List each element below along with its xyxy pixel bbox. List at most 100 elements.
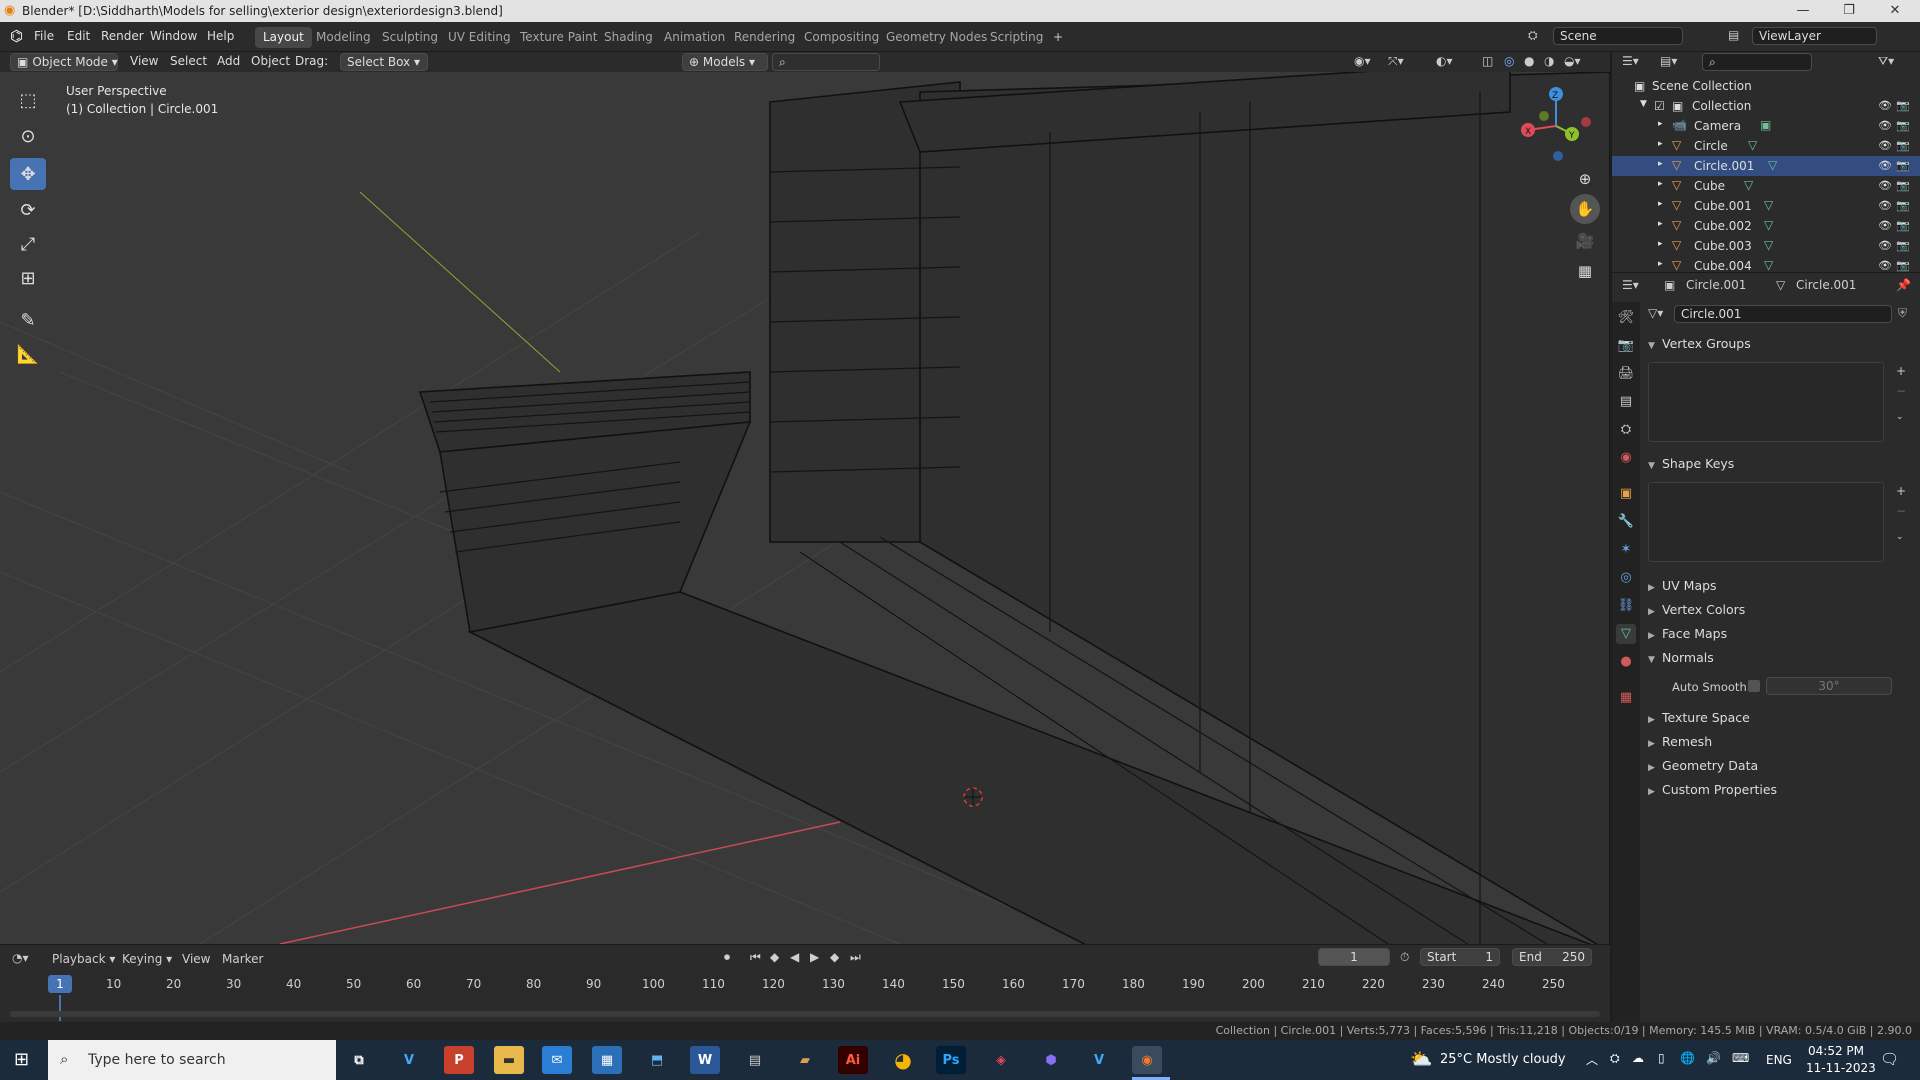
eye-icon[interactable]: 👁 — [1878, 159, 1892, 172]
constraints-tab-icon[interactable]: ⛓ — [1616, 596, 1636, 616]
app-icon[interactable]: ⬒ — [642, 1046, 672, 1074]
menu-edit[interactable]: Edit — [67, 29, 90, 43]
notepad-icon[interactable]: ▤ — [740, 1046, 770, 1074]
chevron-right-icon[interactable]: ▸ — [1658, 199, 1663, 209]
clock-icon[interactable]: ⏱ — [1400, 950, 1409, 965]
shape-keys-list[interactable] — [1648, 482, 1884, 562]
current-frame-field[interactable]: 1 — [1318, 948, 1390, 966]
view-layer-tab-icon[interactable]: ▤ — [1616, 392, 1636, 412]
prev-keyframe-icon[interactable]: ◆ — [770, 950, 779, 964]
material-shading-icon[interactable]: ◑ — [1544, 54, 1554, 68]
editor-type-icon[interactable]: ◔▾ — [12, 951, 29, 965]
3d-viewport[interactable]: User Perspective (1) Collection | Circle… — [0, 72, 1610, 944]
tab-geometry-nodes[interactable]: Geometry Nodes — [878, 27, 995, 48]
vectorworks-icon[interactable]: V — [394, 1046, 424, 1074]
solid-shading-icon[interactable]: ● — [1524, 54, 1534, 68]
material-tab-icon[interactable]: ● — [1616, 652, 1636, 672]
chrome-icon[interactable]: ◕ — [888, 1046, 918, 1074]
pan-hand-icon[interactable]: ✋ — [1570, 194, 1600, 224]
pin-icon[interactable]: 📌 — [1896, 278, 1911, 292]
chevron-down-icon[interactable]: ⌄ — [1896, 532, 1904, 542]
panel-uv-maps[interactable]: ▶ UV Maps — [1648, 578, 1912, 600]
menu-render[interactable]: Render — [101, 29, 144, 43]
rendered-shading-icon[interactable]: ◒▾ — [1564, 54, 1581, 68]
start-frame-field[interactable]: Start 1 — [1420, 948, 1500, 966]
remove-icon[interactable]: − — [1896, 384, 1906, 398]
output-tab-icon[interactable]: 🖨 — [1616, 364, 1636, 384]
eye-icon[interactable]: 👁 — [1878, 259, 1892, 272]
language-indicator[interactable]: ENG — [1766, 1053, 1792, 1067]
clock-date[interactable]: 11-11-2023 — [1806, 1061, 1876, 1075]
powerpoint-icon[interactable]: P — [444, 1046, 474, 1074]
blender-taskbar-icon[interactable]: ◉ — [1132, 1046, 1162, 1074]
chevron-right-icon[interactable]: ▸ — [1658, 139, 1663, 149]
menu-select[interactable]: Select — [170, 54, 207, 68]
task-view-icon[interactable]: ⧉ — [344, 1046, 374, 1074]
drag-select-box[interactable]: Select Box ▾ — [340, 53, 428, 71]
clock-time[interactable]: 04:52 PM — [1808, 1044, 1864, 1058]
move-tool[interactable]: ✥ — [10, 158, 46, 190]
remove-icon[interactable]: − — [1896, 504, 1906, 518]
chevron-right-icon[interactable]: ▸ — [1658, 119, 1663, 129]
select-box-tool[interactable]: ⬚ — [10, 84, 46, 116]
render-camera-icon[interactable]: 📷 — [1896, 159, 1910, 172]
outliner-item-circle-001[interactable]: ▸ ▽ Circle.001 ▽ 👁 📷 — [1612, 156, 1920, 176]
windows-start-icon[interactable]: ⊞ — [14, 1049, 29, 1070]
world-tab-icon[interactable]: ◉ — [1616, 448, 1636, 468]
panel-vertex-groups[interactable]: ▼ Vertex Groups — [1648, 336, 1912, 358]
jump-start-icon[interactable]: ⏮ — [750, 950, 761, 965]
app-hex-icon[interactable]: ⬢ — [1036, 1046, 1066, 1074]
camera-view-icon[interactable]: 🎥 — [1570, 226, 1600, 256]
file-explorer-icon[interactable]: ▬ — [494, 1046, 524, 1074]
panel-custom-properties[interactable]: ▶ Custom Properties — [1648, 782, 1912, 804]
panel-face-maps[interactable]: ▶ Face Maps — [1648, 626, 1912, 648]
sketchup-icon[interactable]: ◈ — [986, 1046, 1016, 1074]
panel-shape-keys[interactable]: ▼ Shape Keys — [1648, 456, 1912, 478]
scene-selector[interactable]: Scene — [1553, 27, 1683, 45]
menu-window[interactable]: Window — [150, 29, 197, 43]
playback-menu[interactable]: Playback ▾ — [52, 952, 115, 966]
tab-modeling[interactable]: Modeling — [308, 27, 379, 48]
snap-search[interactable]: ⌕ — [772, 53, 880, 71]
tab-rendering[interactable]: Rendering — [726, 27, 803, 48]
ortho-grid-icon[interactable]: ▦ — [1570, 256, 1600, 286]
timeline-scrollbar[interactable] — [10, 1011, 1600, 1017]
render-camera-icon[interactable]: 📷 — [1896, 219, 1910, 232]
word-icon[interactable]: W — [690, 1046, 720, 1074]
panel-texture-space[interactable]: ▶ Texture Space — [1648, 710, 1912, 732]
store-icon[interactable]: ▦ — [592, 1046, 622, 1074]
close-button[interactable]: ✕ — [1872, 0, 1918, 22]
render-camera-icon[interactable]: 📷 — [1896, 99, 1910, 112]
auto-smooth-checkbox[interactable] — [1748, 680, 1760, 692]
mesh-data-tab-icon[interactable]: ▽ — [1616, 624, 1636, 644]
jump-end-icon[interactable]: ⏭ — [850, 950, 861, 965]
timeline-view-menu[interactable]: View — [182, 952, 210, 966]
transform-orientation[interactable]: ⊕ Models ▾ — [682, 53, 768, 71]
eye-icon[interactable]: 👁 — [1878, 99, 1892, 112]
outliner-item-camera[interactable]: ▸ 📹 Camera ▣ 👁 📷 — [1612, 116, 1920, 136]
eye-icon[interactable]: 👁 — [1878, 139, 1892, 152]
mesh-name-field[interactable]: Circle.001 — [1674, 305, 1892, 323]
render-camera-icon[interactable]: 📷 — [1896, 239, 1910, 252]
network-icon[interactable]: 🌐 — [1680, 1051, 1695, 1065]
chevron-down-icon[interactable]: ⌄ — [1896, 412, 1904, 422]
outliner-collection[interactable]: ▼ ☑ ▣ Collection 👁 📷 — [1612, 96, 1920, 116]
tab-uv-editing[interactable]: UV Editing — [440, 27, 519, 48]
panel-remesh[interactable]: ▶ Remesh — [1648, 734, 1912, 756]
eye-icon[interactable]: 👁 — [1878, 119, 1892, 132]
render-camera-icon[interactable]: 📷 — [1896, 259, 1910, 272]
scene-tab-icon[interactable]: ⛭ — [1616, 420, 1636, 440]
menu-object[interactable]: Object — [251, 54, 290, 68]
play-reverse-icon[interactable]: ◀ — [790, 950, 799, 964]
measure-tool[interactable]: 📐 — [10, 338, 46, 370]
menu-view[interactable]: View — [130, 54, 158, 68]
keying-menu[interactable]: Keying ▾ — [122, 952, 172, 966]
view-layer-icon[interactable]: ▤ — [1728, 28, 1739, 42]
outliner-item-cube-001[interactable]: ▸ ▽ Cube.001 ▽ 👁 📷 — [1612, 196, 1920, 216]
blender-menu-icon[interactable]: ⌬ — [10, 27, 23, 45]
chevron-right-icon[interactable]: ▸ — [1658, 179, 1663, 189]
render-camera-icon[interactable]: 📷 — [1896, 179, 1910, 192]
checkbox-icon[interactable]: ☑ — [1654, 99, 1665, 113]
outliner-item-cube[interactable]: ▸ ▽ Cube ▽ 👁 📷 — [1612, 176, 1920, 196]
chevron-right-icon[interactable]: ▸ — [1658, 259, 1663, 269]
